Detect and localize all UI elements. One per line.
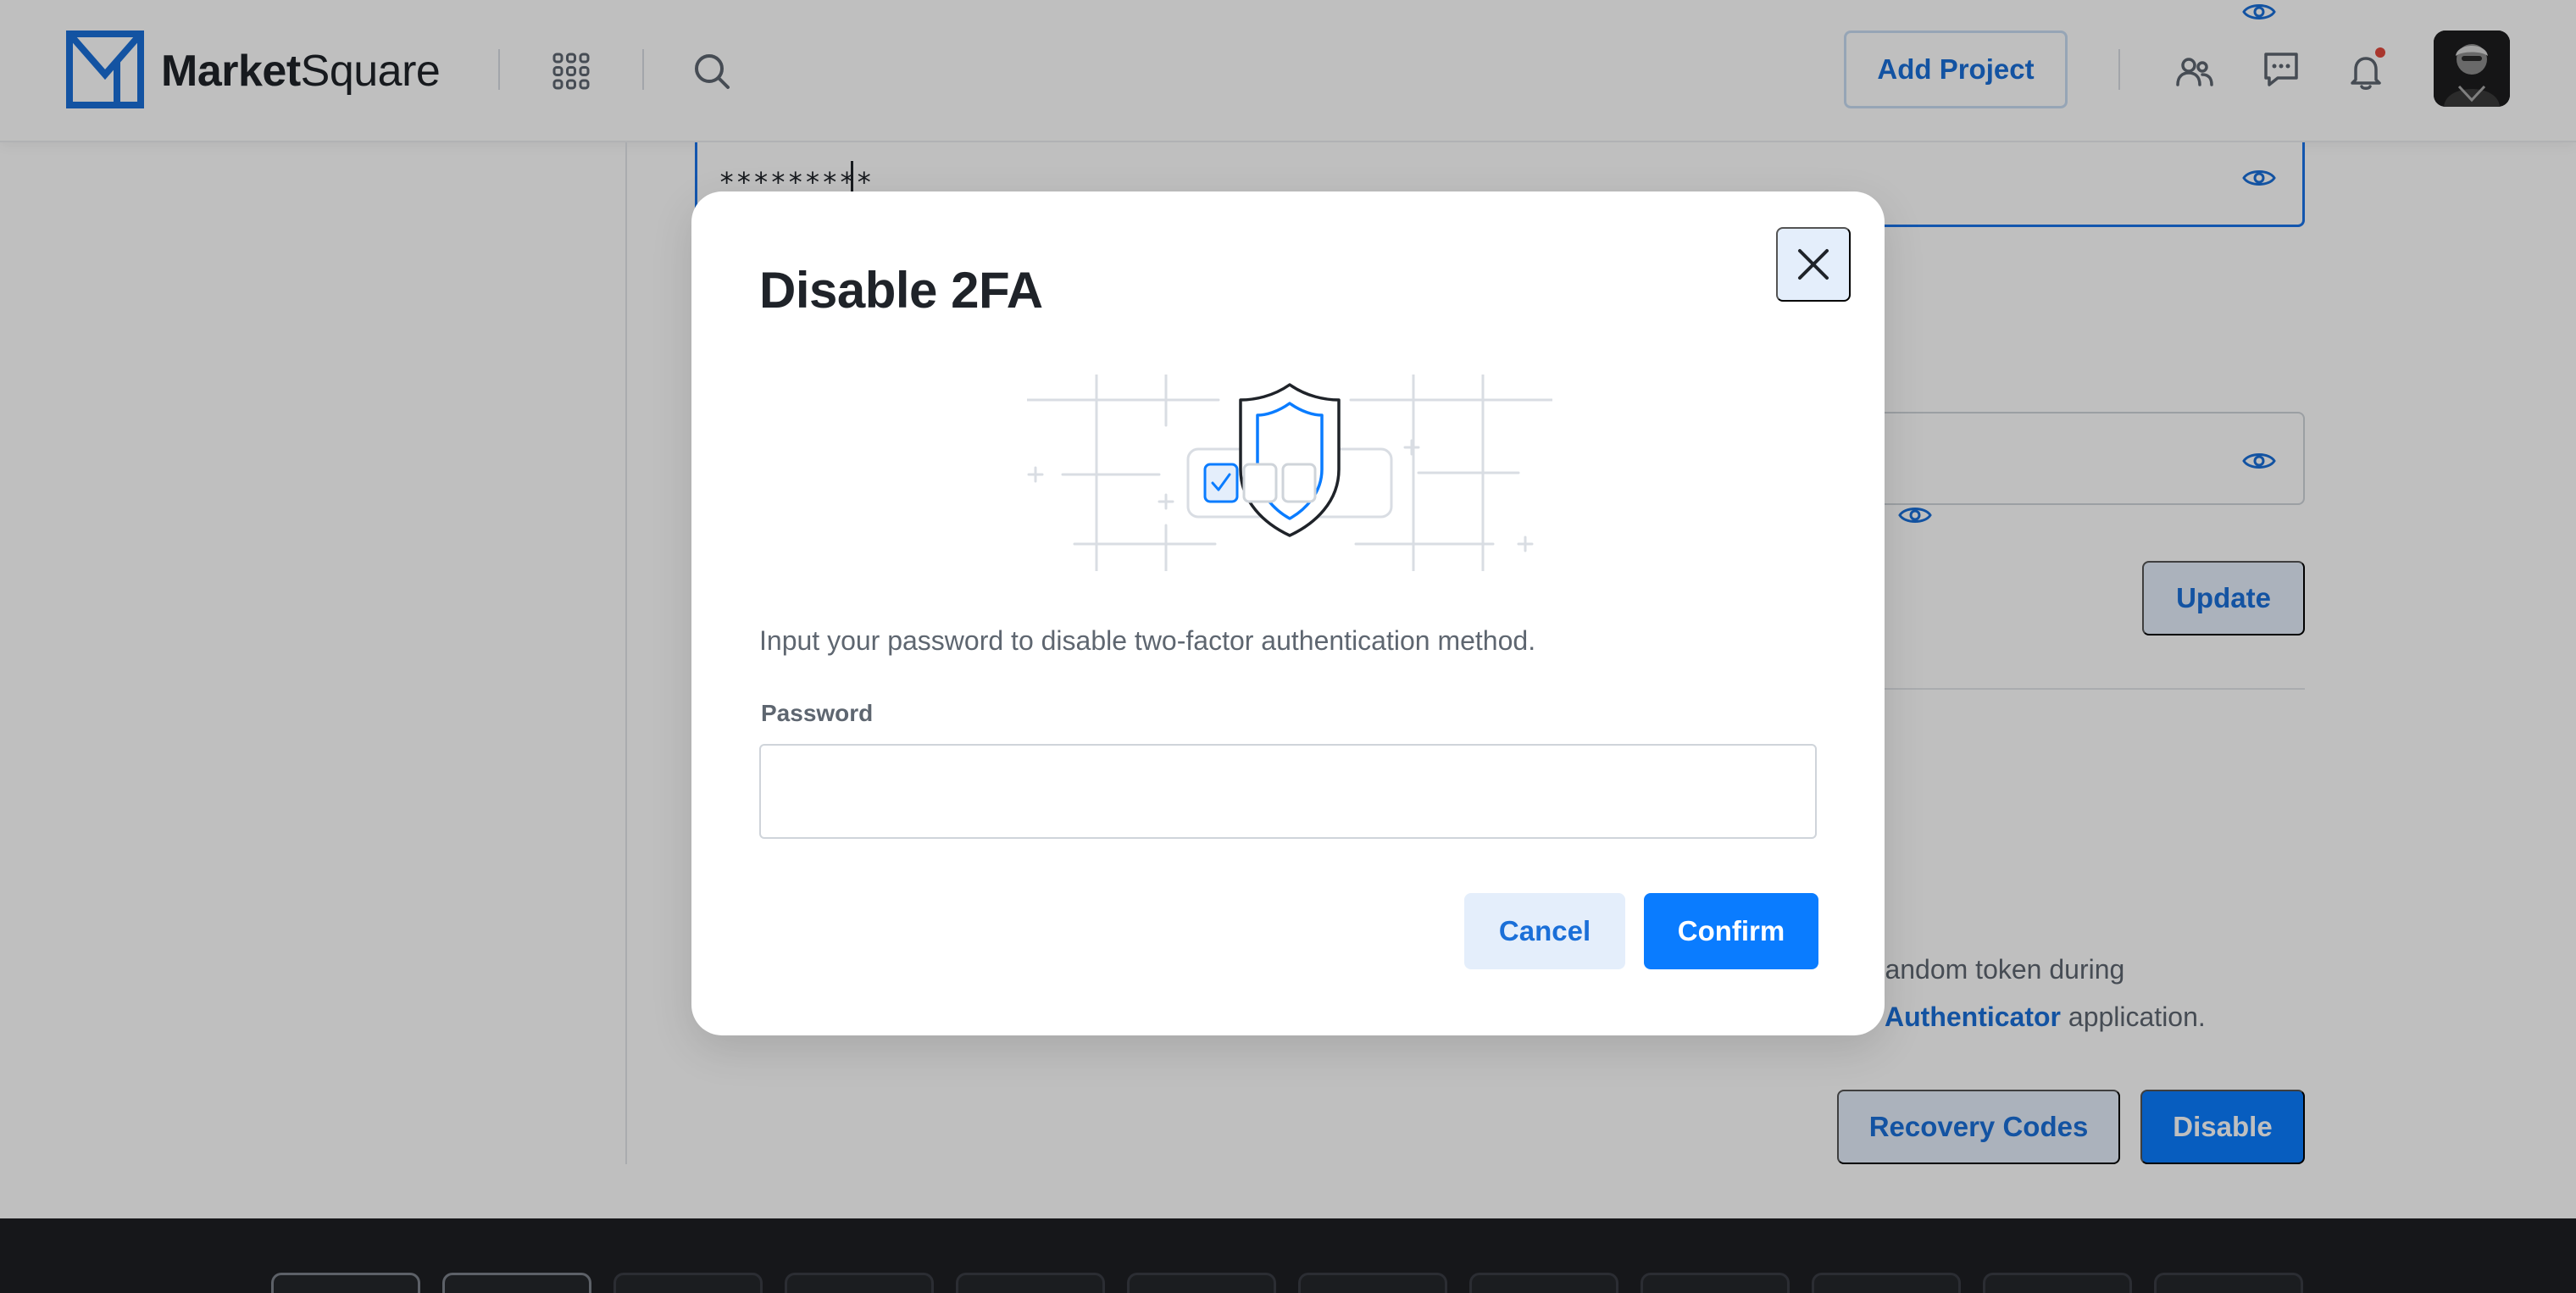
close-button[interactable] xyxy=(1776,227,1851,302)
disable-2fa-dialog: Disable 2FA Input your password to disab xyxy=(691,191,1885,1035)
cancel-button[interactable]: Cancel xyxy=(1464,893,1625,969)
confirm-button[interactable]: Confirm xyxy=(1644,893,1818,969)
password-label: Password xyxy=(761,700,874,726)
dialog-description: Input your password to disable two-facto… xyxy=(759,625,1536,656)
password-input[interactable] xyxy=(759,744,1817,839)
dialog-title: Disable 2FA xyxy=(759,262,1043,319)
close-icon xyxy=(1798,249,1829,280)
shield-illustration-icon xyxy=(1027,375,1552,571)
